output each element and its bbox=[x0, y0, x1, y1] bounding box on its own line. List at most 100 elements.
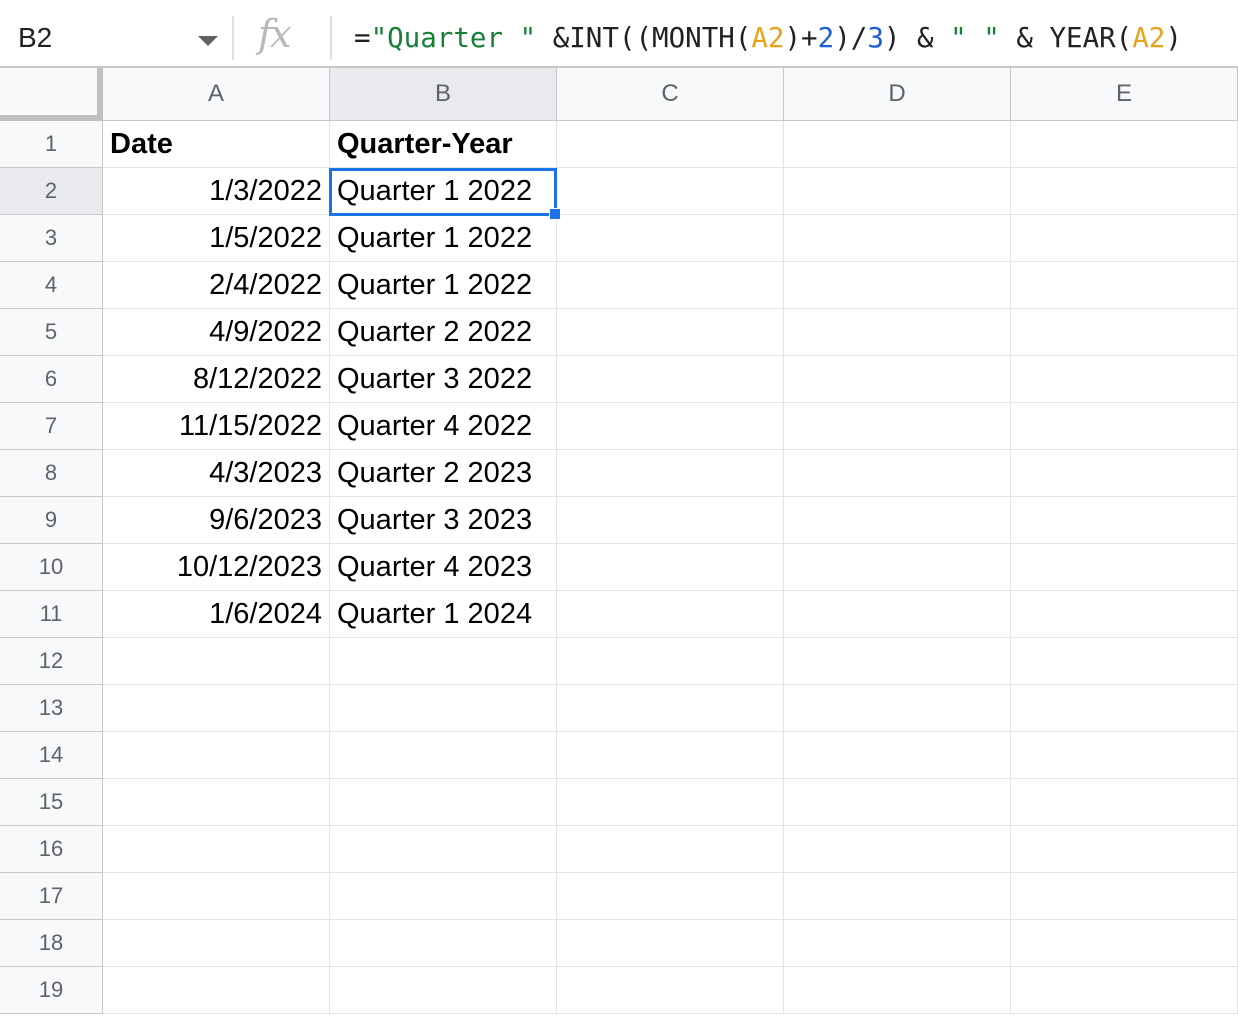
cell-d6[interactable] bbox=[784, 356, 1011, 403]
row-header-17[interactable]: 17 bbox=[0, 873, 103, 920]
cell-e13[interactable] bbox=[1011, 685, 1238, 732]
cell-e9[interactable] bbox=[1011, 497, 1238, 544]
row-header-19[interactable]: 19 bbox=[0, 967, 103, 1014]
select-all-corner[interactable] bbox=[0, 68, 103, 121]
cell-d17[interactable] bbox=[784, 873, 1011, 920]
row-header-1[interactable]: 1 bbox=[0, 121, 103, 168]
cell-e10[interactable] bbox=[1011, 544, 1238, 591]
cell-b14[interactable] bbox=[330, 732, 557, 779]
cell-b8[interactable]: Quarter 2 2023 bbox=[330, 450, 557, 497]
row-header-6[interactable]: 6 bbox=[0, 356, 103, 403]
cell-b7[interactable]: Quarter 4 2022 bbox=[330, 403, 557, 450]
cell-d13[interactable] bbox=[784, 685, 1011, 732]
cell-a6[interactable]: 8/12/2022 bbox=[103, 356, 330, 403]
cell-a15[interactable] bbox=[103, 779, 330, 826]
cell-e4[interactable] bbox=[1011, 262, 1238, 309]
cell-c6[interactable] bbox=[557, 356, 784, 403]
cell-d1[interactable] bbox=[784, 121, 1011, 168]
name-box[interactable]: B2 bbox=[0, 0, 232, 66]
row-header-7[interactable]: 7 bbox=[0, 403, 103, 450]
cell-a19[interactable] bbox=[103, 967, 330, 1014]
column-header-e[interactable]: E bbox=[1011, 68, 1238, 121]
cell-b19[interactable] bbox=[330, 967, 557, 1014]
cell-e15[interactable] bbox=[1011, 779, 1238, 826]
cell-b11[interactable]: Quarter 1 2024 bbox=[330, 591, 557, 638]
cell-d9[interactable] bbox=[784, 497, 1011, 544]
cell-b10[interactable]: Quarter 4 2023 bbox=[330, 544, 557, 591]
column-header-c[interactable]: C bbox=[557, 68, 784, 121]
cell-d12[interactable] bbox=[784, 638, 1011, 685]
cell-d7[interactable] bbox=[784, 403, 1011, 450]
row-header-12[interactable]: 12 bbox=[0, 638, 103, 685]
cell-a17[interactable] bbox=[103, 873, 330, 920]
cell-e17[interactable] bbox=[1011, 873, 1238, 920]
cell-b5[interactable]: Quarter 2 2022 bbox=[330, 309, 557, 356]
row-header-8[interactable]: 8 bbox=[0, 450, 103, 497]
fill-handle[interactable] bbox=[549, 208, 561, 220]
cell-c2[interactable] bbox=[557, 168, 784, 215]
row-header-10[interactable]: 10 bbox=[0, 544, 103, 591]
cell-c11[interactable] bbox=[557, 591, 784, 638]
cell-c18[interactable] bbox=[557, 920, 784, 967]
cell-c8[interactable] bbox=[557, 450, 784, 497]
cell-e1[interactable] bbox=[1011, 121, 1238, 168]
cell-a18[interactable] bbox=[103, 920, 330, 967]
cell-c12[interactable] bbox=[557, 638, 784, 685]
cell-e2[interactable] bbox=[1011, 168, 1238, 215]
cell-d16[interactable] bbox=[784, 826, 1011, 873]
cell-a3[interactable]: 1/5/2022 bbox=[103, 215, 330, 262]
cell-b13[interactable] bbox=[330, 685, 557, 732]
cell-e14[interactable] bbox=[1011, 732, 1238, 779]
cell-d18[interactable] bbox=[784, 920, 1011, 967]
cell-c1[interactable] bbox=[557, 121, 784, 168]
formula-input[interactable]: ="Quarter " &INT((MONTH(A2)+2)/3) & " " … bbox=[354, 22, 1182, 54]
cell-d14[interactable] bbox=[784, 732, 1011, 779]
cell-b1[interactable]: Quarter-Year bbox=[330, 121, 557, 168]
cell-a4[interactable]: 2/4/2022 bbox=[103, 262, 330, 309]
cell-e3[interactable] bbox=[1011, 215, 1238, 262]
cell-d3[interactable] bbox=[784, 215, 1011, 262]
row-header-4[interactable]: 4 bbox=[0, 262, 103, 309]
row-header-2[interactable]: 2 bbox=[0, 168, 103, 215]
row-header-3[interactable]: 3 bbox=[0, 215, 103, 262]
cell-c5[interactable] bbox=[557, 309, 784, 356]
cell-b3[interactable]: Quarter 1 2022 bbox=[330, 215, 557, 262]
cell-b15[interactable] bbox=[330, 779, 557, 826]
cell-a12[interactable] bbox=[103, 638, 330, 685]
cell-c16[interactable] bbox=[557, 826, 784, 873]
cell-b4[interactable]: Quarter 1 2022 bbox=[330, 262, 557, 309]
cell-d11[interactable] bbox=[784, 591, 1011, 638]
cell-b9[interactable]: Quarter 3 2023 bbox=[330, 497, 557, 544]
cell-e12[interactable] bbox=[1011, 638, 1238, 685]
row-header-15[interactable]: 15 bbox=[0, 779, 103, 826]
cell-a8[interactable]: 4/3/2023 bbox=[103, 450, 330, 497]
row-header-5[interactable]: 5 bbox=[0, 309, 103, 356]
cell-e19[interactable] bbox=[1011, 967, 1238, 1014]
cell-e6[interactable] bbox=[1011, 356, 1238, 403]
cell-e16[interactable] bbox=[1011, 826, 1238, 873]
cell-c19[interactable] bbox=[557, 967, 784, 1014]
cell-b12[interactable] bbox=[330, 638, 557, 685]
column-header-d[interactable]: D bbox=[784, 68, 1011, 121]
cell-b2[interactable]: Quarter 1 2022 bbox=[330, 168, 557, 215]
column-header-a[interactable]: A bbox=[103, 68, 330, 121]
row-header-14[interactable]: 14 bbox=[0, 732, 103, 779]
cell-d15[interactable] bbox=[784, 779, 1011, 826]
row-header-11[interactable]: 11 bbox=[0, 591, 103, 638]
cell-d5[interactable] bbox=[784, 309, 1011, 356]
cell-e18[interactable] bbox=[1011, 920, 1238, 967]
cell-e11[interactable] bbox=[1011, 591, 1238, 638]
cell-a9[interactable]: 9/6/2023 bbox=[103, 497, 330, 544]
cell-c3[interactable] bbox=[557, 215, 784, 262]
cell-e8[interactable] bbox=[1011, 450, 1238, 497]
cell-a10[interactable]: 10/12/2023 bbox=[103, 544, 330, 591]
dropdown-arrow-icon[interactable] bbox=[198, 36, 218, 46]
cell-b16[interactable] bbox=[330, 826, 557, 873]
cell-b6[interactable]: Quarter 3 2022 bbox=[330, 356, 557, 403]
cell-c9[interactable] bbox=[557, 497, 784, 544]
cell-d2[interactable] bbox=[784, 168, 1011, 215]
cell-c17[interactable] bbox=[557, 873, 784, 920]
row-header-9[interactable]: 9 bbox=[0, 497, 103, 544]
cell-e5[interactable] bbox=[1011, 309, 1238, 356]
cell-b17[interactable] bbox=[330, 873, 557, 920]
